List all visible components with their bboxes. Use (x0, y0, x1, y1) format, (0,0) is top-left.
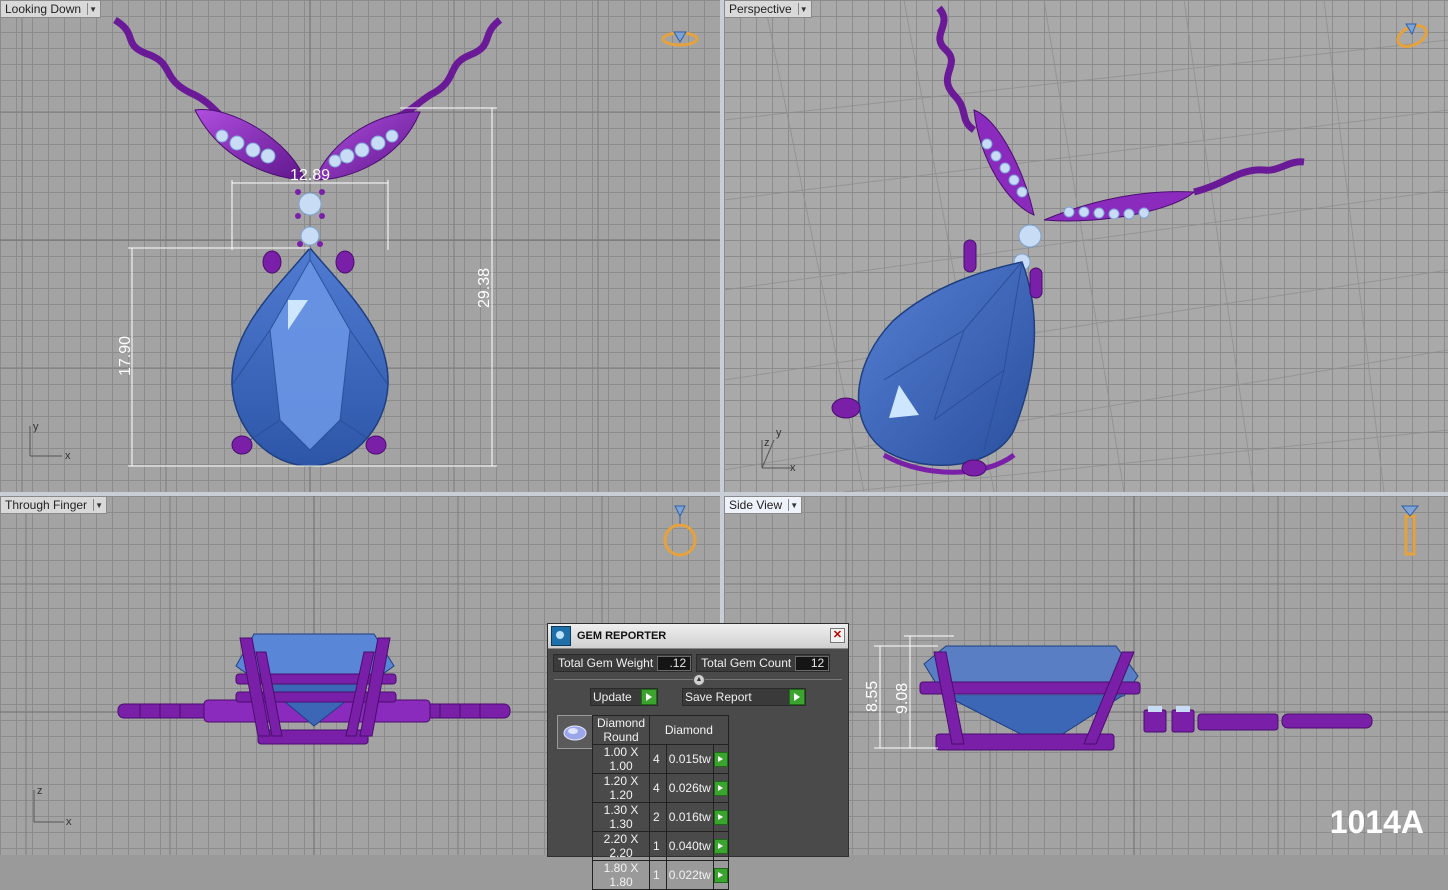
total-gem-count-label: Total Gem Count (701, 656, 792, 670)
dim-side-left: 8.55 (864, 681, 881, 712)
viewport-looking-down[interactable]: Looking Down ▼ 12.89 17.90 29.38 x y (0, 0, 720, 492)
scene-looking-down: 12.89 17.90 29.38 x y (0, 0, 720, 492)
table-row[interactable]: 1.20 X 1.20 4 0.026tw (591, 773, 729, 803)
viewport-title: Side View (729, 498, 783, 512)
update-button-label: Update (593, 690, 632, 704)
gem-size: 1.80 X 1.80 (591, 860, 651, 890)
pear-gem-perspective (857, 261, 1036, 466)
viewport-label-side-view[interactable]: Side View ▼ (724, 496, 803, 514)
viewport-label-looking-down[interactable]: Looking Down ▼ (0, 0, 102, 18)
total-gem-weight-label: Total Gem Weight (558, 656, 654, 670)
gem-weight: 0.026tw (665, 773, 714, 803)
save-report-button[interactable]: Save Report (682, 688, 806, 706)
table-row[interactable]: 1.30 X 1.30 2 0.016tw (591, 802, 729, 832)
axis-y-label: y (776, 427, 782, 439)
panel-titlebar[interactable]: GEM REPORTER ✕ (548, 624, 848, 649)
viewport-title: Through Finger (5, 498, 88, 512)
gem-weight: 0.040tw (665, 831, 714, 861)
chain-right (393, 17, 503, 122)
collapse-toggle-icon[interactable]: ▲ (693, 674, 705, 686)
ring-view-icon[interactable] (660, 502, 700, 558)
table-row[interactable]: 2.20 X 2.20 1 0.040tw (591, 831, 729, 861)
select-row-button[interactable] (713, 751, 728, 767)
chevron-down-icon[interactable]: ▼ (93, 499, 104, 511)
play-arrow-icon (789, 689, 805, 705)
gem-size: 1.00 X 1.00 (591, 744, 651, 774)
scene-perspective: x y z (724, 0, 1448, 492)
axis-x-label: x (790, 462, 796, 474)
select-row-button[interactable] (713, 838, 728, 854)
gem-size: 2.20 X 2.20 (591, 831, 651, 861)
total-gem-count: Total Gem Count 12 (696, 654, 831, 672)
viewport-label-perspective[interactable]: Perspective ▼ (724, 0, 812, 18)
gem-reporter-panel[interactable]: GEM REPORTER ✕ Total Gem Weight .12 Tota… (547, 623, 849, 890)
viewport-label-through-finger[interactable]: Through Finger ▼ (0, 496, 108, 514)
axis-z-label: z (764, 437, 770, 449)
select-row-button[interactable] (713, 780, 728, 796)
viewport-title: Perspective (729, 2, 792, 16)
axis-z-label: z (37, 785, 43, 797)
gem-weight: 0.015tw (665, 744, 714, 774)
save-report-button-label: Save Report (685, 690, 752, 704)
ring-view-icon[interactable] (1390, 502, 1430, 560)
total-gem-weight: Total Gem Weight .12 (553, 654, 693, 672)
total-gem-weight-value: .12 (657, 655, 692, 671)
dim-side-right: 9.08 (894, 683, 911, 714)
ring-view-icon[interactable] (660, 24, 700, 52)
gem-count: 4 (649, 773, 667, 803)
ring-view-icon[interactable] (1392, 18, 1432, 52)
dim-height-left: 17.90 (117, 336, 134, 376)
gem-reporter-icon (551, 626, 571, 646)
column-header-diamond-round[interactable]: Diamond Round (591, 715, 651, 745)
model-id: 1014A (1329, 804, 1424, 840)
table-row[interactable]: 1.00 X 1.00 4 0.015tw (591, 744, 729, 774)
viewport-title: Looking Down (5, 2, 82, 16)
table-row[interactable]: 1.80 X 1.80 1 0.022tw (591, 860, 729, 890)
gem-weight: 0.016tw (665, 802, 714, 832)
gem-weight: 0.022tw (665, 860, 714, 890)
chevron-down-icon[interactable]: ▼ (788, 499, 799, 511)
gem-count: 1 (649, 831, 667, 861)
close-icon[interactable]: ✕ (830, 628, 845, 643)
chevron-down-icon[interactable]: ▼ (797, 3, 809, 15)
update-button[interactable]: Update (590, 688, 658, 706)
axis-y-label: y (33, 421, 39, 433)
dim-width: 12.89 (290, 167, 330, 184)
select-row-button[interactable] (713, 867, 728, 883)
gem-size: 1.30 X 1.30 (591, 802, 651, 832)
panel-separator: ▲ (554, 674, 842, 686)
chevron-down-icon[interactable]: ▼ (87, 3, 98, 15)
gem-count: 2 (649, 802, 667, 832)
gem-count: 1 (649, 860, 667, 890)
gem-list-table: Diamond Round Diamond 1.00 X 1.00 4 0.01… (591, 715, 729, 890)
gem-size: 1.20 X 1.20 (591, 773, 651, 803)
axis-x-label: x (66, 816, 72, 828)
panel-title: GEM REPORTER (577, 630, 667, 642)
column-header-diamond[interactable]: Diamond (649, 715, 729, 745)
play-arrow-icon (641, 689, 657, 705)
dim-height-right: 29.38 (476, 268, 493, 308)
axis-x-label: x (65, 450, 71, 462)
diamond-round-thumbnail-icon (557, 715, 593, 749)
viewport-perspective[interactable]: Perspective ▼ x y z (724, 0, 1448, 492)
select-row-button[interactable] (713, 809, 728, 825)
total-gem-count-value: 12 (795, 655, 830, 671)
gem-count: 4 (649, 744, 667, 774)
